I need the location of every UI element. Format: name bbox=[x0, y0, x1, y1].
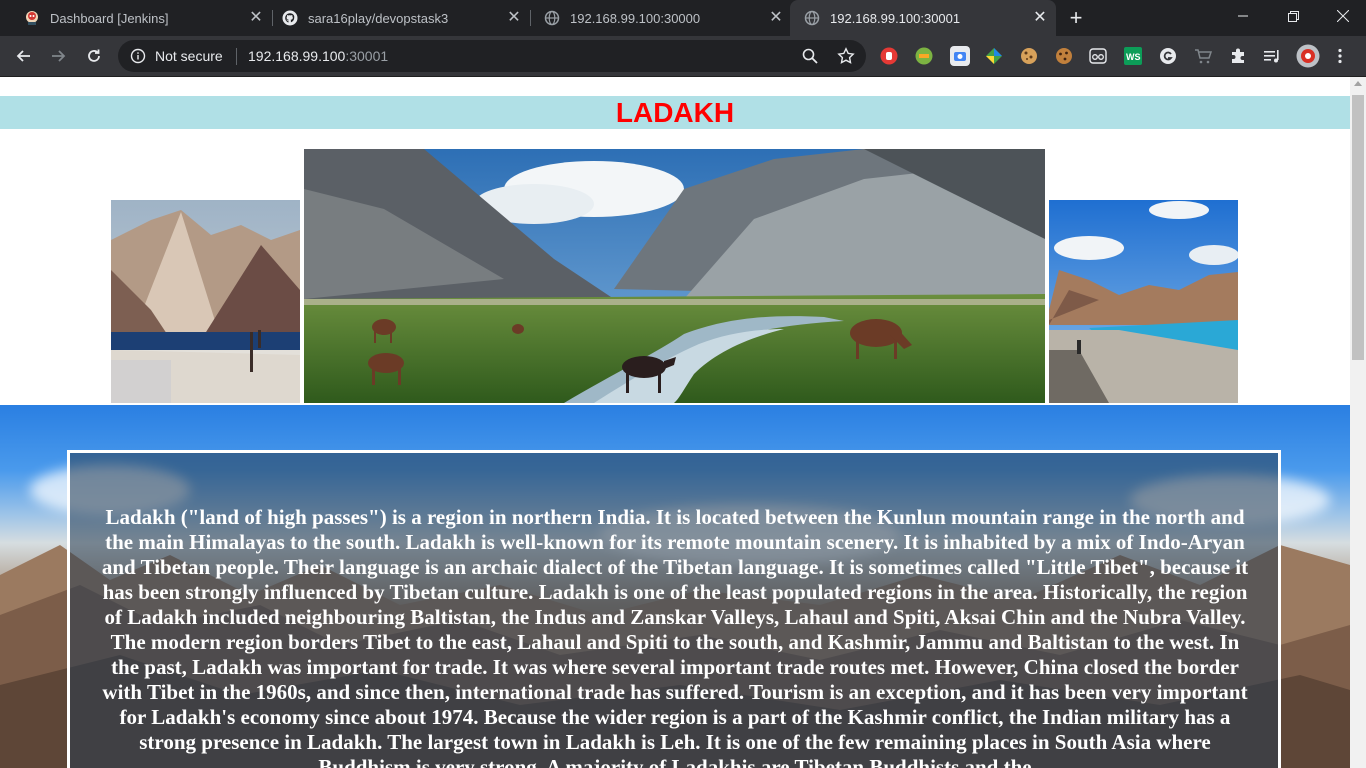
globe-icon bbox=[804, 10, 820, 26]
page-title: LADAKH bbox=[615, 97, 735, 128]
glasses-extension-icon[interactable] bbox=[1089, 47, 1107, 65]
address-bar[interactable]: Not secure 192.168.99.100:30001 bbox=[118, 40, 866, 72]
close-window-button[interactable] bbox=[1320, 0, 1366, 32]
tab-strip: Dashboard [Jenkins] ✕ sara16play/devopst… bbox=[0, 0, 1366, 36]
tab-port-30001[interactable]: 192.168.99.100:30001 ✕ bbox=[790, 0, 1056, 36]
url-port: :30001 bbox=[345, 48, 389, 64]
profile-avatar[interactable] bbox=[1296, 44, 1320, 68]
zoom-search-icon[interactable] bbox=[801, 47, 819, 65]
scrollbar-thumb[interactable] bbox=[1352, 95, 1364, 360]
extensions-puzzle-icon[interactable] bbox=[1229, 47, 1247, 65]
bookmark-star-icon[interactable] bbox=[837, 47, 855, 65]
menu-kebab-icon[interactable] bbox=[1331, 47, 1349, 65]
tab-title: Dashboard [Jenkins] bbox=[50, 10, 169, 26]
scroll-up-arrow-icon[interactable] bbox=[1354, 81, 1362, 86]
tab-title: sara16play/devopstask3 bbox=[308, 10, 449, 26]
url-text[interactable]: 192.168.99.100:30001 bbox=[248, 48, 388, 64]
browser-toolbar: Not secure 192.168.99.100:30001 WS bbox=[0, 36, 1366, 77]
tab-jenkins[interactable]: Dashboard [Jenkins] ✕ bbox=[0, 0, 272, 36]
title-banner: LADAKH bbox=[0, 96, 1350, 129]
stop-hand-extension-icon[interactable] bbox=[880, 47, 898, 65]
info-icon[interactable] bbox=[130, 48, 146, 64]
close-tab-icon[interactable]: ✕ bbox=[1032, 10, 1048, 26]
restore-button[interactable] bbox=[1270, 0, 1316, 32]
github-icon bbox=[282, 10, 298, 26]
ladakh-valley-horses-photo bbox=[304, 149, 1045, 403]
svg-text:WS: WS bbox=[1126, 52, 1141, 62]
jenkins-icon bbox=[24, 10, 40, 26]
tab-title: 192.168.99.100:30001 bbox=[830, 10, 961, 26]
tab-github[interactable]: sara16play/devopstask3 ✕ bbox=[258, 0, 530, 36]
tab-port-30000[interactable]: 192.168.99.100:30000 ✕ bbox=[520, 0, 792, 36]
close-tab-icon[interactable]: ✕ bbox=[768, 10, 784, 26]
back-button[interactable] bbox=[9, 42, 37, 70]
page-viewport: LADAKH Ladakh ("land of high passes") is… bbox=[0, 77, 1350, 768]
omnibox-divider bbox=[236, 48, 237, 65]
reload-button[interactable] bbox=[80, 42, 108, 70]
new-tab-button[interactable]: + bbox=[1064, 6, 1088, 30]
webstorm-extension-icon[interactable]: WS bbox=[1124, 47, 1142, 65]
minimize-button[interactable] bbox=[1220, 0, 1266, 32]
description-text: Ladakh ("land of high passes") is a regi… bbox=[101, 505, 1249, 768]
url-host: 192.168.99.100 bbox=[248, 48, 346, 64]
grammarly-extension-icon[interactable] bbox=[1159, 47, 1177, 65]
ladakh-pangong-road-photo bbox=[1049, 200, 1238, 403]
cookie-editor-extension-icon[interactable] bbox=[1055, 47, 1073, 65]
page-scrollbar[interactable] bbox=[1350, 77, 1366, 768]
tab-title: 192.168.99.100:30000 bbox=[570, 10, 701, 26]
ladakh-lake-photo-left bbox=[111, 200, 300, 403]
forward-button[interactable] bbox=[45, 42, 73, 70]
media-queue-icon[interactable] bbox=[1263, 47, 1281, 65]
cookie-extension-icon[interactable] bbox=[1020, 47, 1038, 65]
main-content-section: Ladakh ("land of high passes") is a regi… bbox=[0, 405, 1350, 768]
camera-extension-icon[interactable] bbox=[950, 46, 970, 66]
color-picker-extension-icon[interactable] bbox=[985, 47, 1003, 65]
security-status[interactable]: Not secure bbox=[155, 48, 223, 64]
cart-extension-icon[interactable] bbox=[1194, 47, 1213, 65]
description-box: Ladakh ("land of high passes") is a regi… bbox=[67, 450, 1281, 768]
globe-icon bbox=[544, 10, 560, 26]
green-extension-icon[interactable] bbox=[915, 47, 933, 65]
